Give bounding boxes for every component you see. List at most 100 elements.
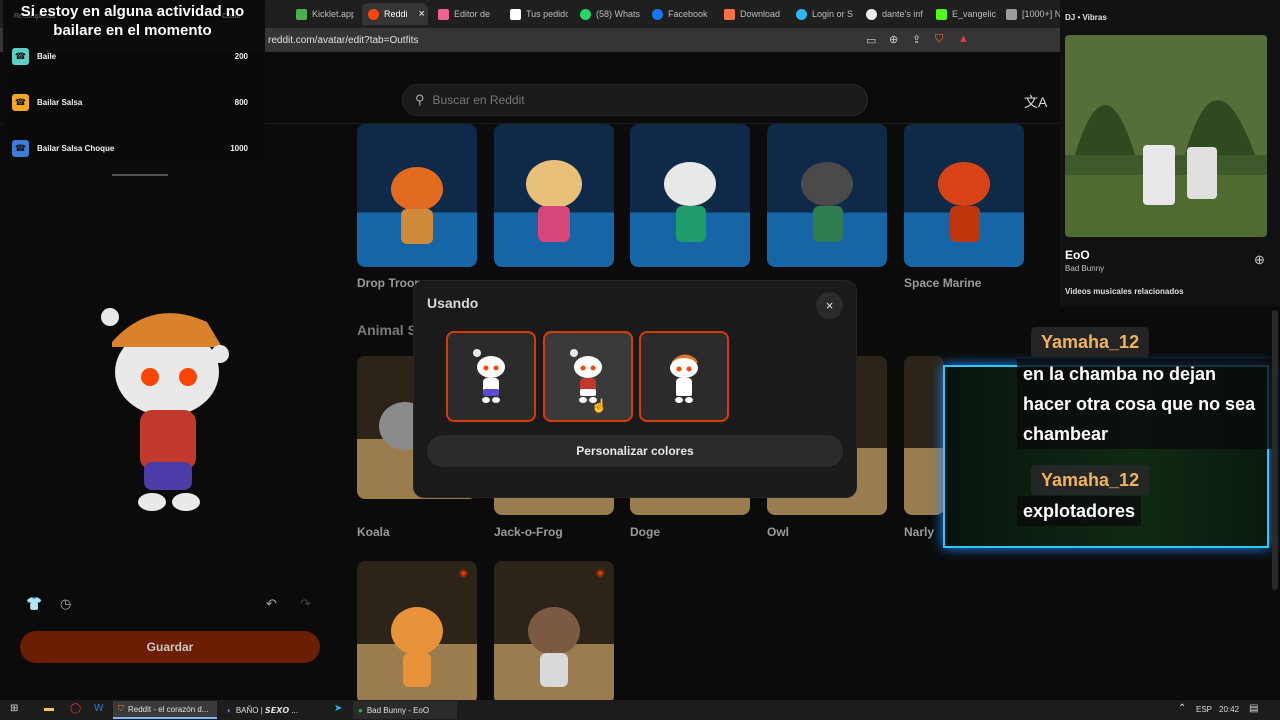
- page-icon: [1006, 8, 1017, 20]
- avatar-thumbnail: [664, 162, 716, 242]
- modal-title: Usando: [427, 295, 479, 311]
- chat-message-line: en la chamba no dejan: [1023, 364, 1217, 384]
- album-art: [1065, 35, 1267, 237]
- reward-item: ☎ Bailar Salsa Choque 1000: [12, 138, 248, 158]
- outfit-label: Owl: [767, 525, 790, 539]
- language-indicator[interactable]: ESP: [1196, 705, 1212, 714]
- search-input[interactable]: [432, 93, 833, 107]
- browser-tab-label: Download: [740, 9, 781, 19]
- save-button[interactable]: Guardar: [20, 631, 320, 663]
- outfit-card[interactable]: [357, 124, 477, 267]
- editor-icon: [438, 8, 449, 20]
- hand-cursor-icon: ☝: [591, 398, 608, 413]
- reward-cost: 800: [234, 97, 248, 107]
- reward-cost: 1000: [230, 143, 248, 153]
- word-icon[interactable]: W: [94, 703, 103, 714]
- browser-tab-label: Login or S: [812, 9, 854, 19]
- outfit-card[interactable]: [357, 561, 477, 704]
- reddit-icon: [368, 8, 379, 20]
- browser-tab-label: E_vangelic: [952, 9, 996, 19]
- search-bar[interactable]: ⚲: [402, 84, 868, 116]
- file-explorer-icon[interactable]: ▬: [44, 703, 54, 714]
- premium-badge-icon: ◉: [596, 568, 605, 579]
- share-icon[interactable]: ⇪: [912, 33, 921, 46]
- tab-close-icon[interactable]: ×: [419, 8, 425, 20]
- outfit-label: Doge: [630, 525, 660, 539]
- song-title: EoO: [1065, 248, 1090, 262]
- start-icon[interactable]: ⊞: [10, 703, 18, 714]
- reward-item: ☎ Baile 200: [12, 46, 248, 66]
- whatsapp-icon: [580, 8, 591, 20]
- browser-tab-facebook[interactable]: Facebook: [652, 3, 712, 25]
- outfit-card[interactable]: [767, 124, 887, 267]
- outfit-card[interactable]: [494, 561, 614, 704]
- reward-title: Si estoy en alguna actividad no bailare …: [20, 3, 245, 39]
- close-button[interactable]: ×: [816, 292, 843, 319]
- taskbar-item-reddit[interactable]: ⛉ Reddit - el corazón d...: [113, 701, 217, 719]
- outfit-card[interactable]: [904, 124, 1024, 267]
- outfit-card[interactable]: [494, 124, 614, 267]
- scrollbar[interactable]: [1272, 310, 1278, 590]
- tray-chevron-icon[interactable]: ⌃: [1178, 703, 1186, 714]
- translate-icon[interactable]: 文A: [1024, 92, 1047, 112]
- browser-tab-label: (58) Whats: [596, 9, 640, 19]
- chat-username: Yamaha_12: [1031, 465, 1150, 495]
- browser-tab-editor[interactable]: Editor de: [438, 3, 496, 25]
- browser-tab-kick[interactable]: E_vangelic: [936, 3, 996, 25]
- browser-tab-label: [1000+] N: [1022, 9, 1060, 19]
- used-outfit-tile[interactable]: [446, 331, 536, 422]
- cast-icon[interactable]: ▭: [866, 34, 876, 47]
- add-icon[interactable]: ⊕: [1254, 252, 1265, 268]
- avatar-thumbnail: [938, 162, 990, 242]
- browser-tab-label: Reddi: [384, 9, 408, 19]
- kicklet-icon: [296, 8, 307, 20]
- browser-tab-google[interactable]: dante's inf: [866, 3, 926, 25]
- login-site-icon: [796, 8, 807, 20]
- chat-message: explotadores: [1017, 496, 1142, 526]
- taskbar-item-label: BAÑO | 𝙎𝙀𝙓𝙊 ...: [235, 705, 299, 715]
- redo-icon[interactable]: ↷: [300, 596, 311, 612]
- url-field[interactable]: reddit.com/avatar/edit?tab=Outfits: [268, 35, 418, 46]
- related-videos-label: Videos musicales relacionados: [1065, 287, 1184, 296]
- brave-shield-icon[interactable]: ⛉: [935, 33, 943, 46]
- brave-icon: ⛉: [118, 704, 124, 713]
- chat-username: Yamaha_12: [1031, 327, 1150, 357]
- music-header: DJ • Vibras: [1065, 13, 1107, 22]
- opera-icon[interactable]: ◯: [70, 703, 81, 714]
- taskbar-item-bano[interactable]: ◐ BAÑO | 𝙎𝙀𝙓𝙊 ...: [222, 701, 326, 719]
- browser-tab-label: Tus pedido: [526, 9, 568, 19]
- browser-tab-kicklet[interactable]: Kicklet.app: [296, 3, 354, 25]
- avatar-thumbnail: [528, 607, 580, 687]
- browser-tab-label: dante's inf: [882, 9, 923, 19]
- browser-tab-download[interactable]: Download: [724, 3, 784, 25]
- chat-message-line: hacer otra cosa que no sea: [1023, 394, 1256, 414]
- undo-icon[interactable]: ↶: [266, 596, 277, 612]
- outfit-label: Jack-o-Frog: [494, 525, 563, 539]
- outfit-card[interactable]: [630, 124, 750, 267]
- google-icon: [866, 8, 877, 20]
- browser-tab-other[interactable]: [1000+] N: [1006, 3, 1060, 25]
- telegram-icon[interactable]: ➤: [334, 703, 342, 714]
- reward-name: Bailar Salsa: [37, 97, 83, 107]
- search-icon: ⚲: [415, 92, 425, 107]
- browser-tab-login[interactable]: Login or S: [796, 3, 856, 25]
- browser-tab-reddit[interactable]: Reddi ×: [362, 3, 428, 25]
- browser-tab-whatsapp[interactable]: (58) Whats: [580, 3, 640, 25]
- zoom-icon[interactable]: ⊕: [889, 33, 898, 46]
- browser-tab-amazon[interactable]: Tus pedido: [510, 3, 568, 25]
- outfit-card[interactable]: [904, 356, 944, 515]
- used-outfit-tile[interactable]: [543, 331, 633, 422]
- facebook-icon: [652, 8, 663, 20]
- section-title: Animal S: [357, 322, 417, 338]
- clock[interactable]: 20:42: [1219, 705, 1239, 714]
- used-outfit-tile[interactable]: [639, 331, 729, 422]
- avatar-preview: [101, 308, 229, 511]
- history-icon[interactable]: ◷: [60, 596, 71, 612]
- shirt-icon[interactable]: 👕: [26, 596, 42, 612]
- avatar-thumbnail: [391, 167, 443, 244]
- brave-rewards-icon[interactable]: ▲: [958, 33, 969, 45]
- outfit-label: Koala: [357, 525, 390, 539]
- notification-icon[interactable]: ▤: [1249, 703, 1258, 714]
- taskbar-item-spotify[interactable]: ● Bad Bunny - EoO: [353, 701, 457, 719]
- customize-colors-button[interactable]: Personalizar colores: [427, 435, 843, 467]
